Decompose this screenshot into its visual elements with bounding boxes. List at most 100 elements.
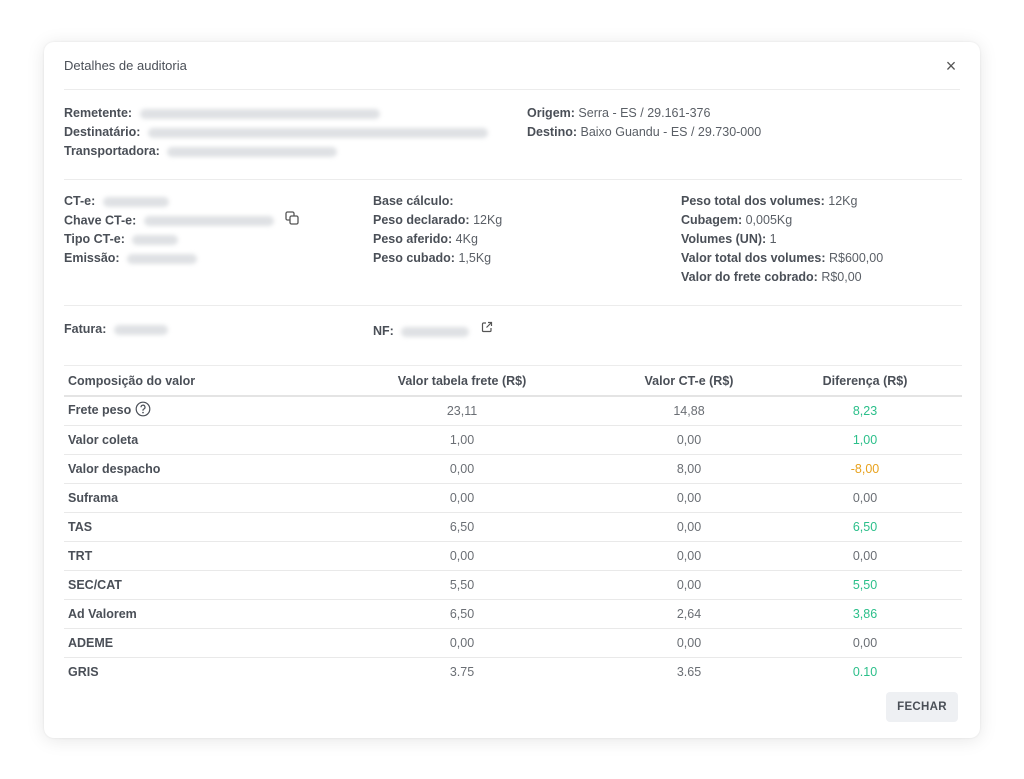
valor-total-value: R$600,00 bbox=[828, 251, 884, 265]
nf-column: NF: bbox=[373, 320, 493, 341]
volumes-row: Volumes (UN): 1 bbox=[681, 230, 883, 249]
row-name-label: Suframa bbox=[68, 490, 119, 505]
nf-row: NF: bbox=[373, 320, 493, 341]
cte-value-redacted bbox=[102, 196, 169, 207]
peso-declarado-label: Peso declarado: bbox=[373, 213, 470, 227]
close-icon[interactable]: × bbox=[942, 57, 960, 75]
destinatario-value-redacted bbox=[147, 127, 488, 138]
peso-declarado-row: Peso declarado: 12Kg bbox=[373, 211, 502, 230]
row-valor-tabela: 0,00 bbox=[314, 628, 610, 658]
cubagem-row: Cubagem: 0,005Kg bbox=[681, 211, 883, 230]
table-header-row: Composição do valor Valor tabela frete (… bbox=[64, 366, 962, 397]
destino-row: Destino: Baixo Guandu - ES / 29.730-000 bbox=[527, 123, 761, 142]
valor-frete-row: Valor do frete cobrado: R$0,00 bbox=[681, 268, 883, 287]
cte-section: CT-e: Chave CT-e: Tipo CT-e: Emissão: Ba… bbox=[64, 192, 962, 306]
transportadora-label: Transportadora: bbox=[64, 144, 160, 158]
cte-label: CT-e: bbox=[64, 194, 96, 208]
parties-left-column: Remetente: Destinatário: Transportadora: bbox=[64, 104, 488, 161]
row-name: Ad Valorem bbox=[64, 599, 314, 629]
row-name: Suframa bbox=[64, 483, 314, 513]
tipo-cte-label: Tipo CT-e: bbox=[64, 232, 125, 246]
table-row: Frete peso 23,11 14,88 8,23 bbox=[64, 396, 962, 426]
volumes-value: 1 bbox=[769, 232, 777, 246]
row-valor-tabela: 1,00 bbox=[314, 425, 610, 455]
fatura-value-redacted bbox=[113, 324, 168, 335]
chave-cte-value-redacted bbox=[143, 216, 274, 226]
peso-aferido-value: 4Kg bbox=[455, 232, 478, 246]
external-link-icon[interactable] bbox=[481, 320, 493, 339]
table-row: TAS 6,50 0,00 6,50 bbox=[64, 512, 962, 542]
row-diferenca: 8,23 bbox=[768, 396, 962, 426]
value-composition-table: Composição do valor Valor tabela frete (… bbox=[64, 366, 962, 676]
invoice-section: Fatura: NF: bbox=[64, 314, 962, 366]
remetente-value-redacted bbox=[139, 108, 380, 119]
row-valor-cte: 0,00 bbox=[610, 483, 768, 513]
row-valor-cte: 0,00 bbox=[610, 570, 768, 600]
copy-icon[interactable] bbox=[285, 211, 299, 231]
row-valor-tabela: 6,50 bbox=[314, 599, 610, 629]
close-button[interactable]: FECHAR bbox=[886, 692, 958, 722]
row-name-label: Valor coleta bbox=[68, 432, 139, 447]
table-row: Valor despacho 0,00 8,00 -8,00 bbox=[64, 454, 962, 484]
fatura-row: Fatura: bbox=[64, 320, 168, 339]
peso-total-value: 12Kg bbox=[828, 194, 858, 208]
fatura-label: Fatura: bbox=[64, 322, 107, 336]
cubagem-value: 0,005Kg bbox=[745, 213, 793, 227]
row-valor-cte: 3,65 bbox=[610, 657, 768, 676]
transportadora-row: Transportadora: bbox=[64, 142, 488, 161]
table-row: SEC/CAT 5,50 0,00 5,50 bbox=[64, 570, 962, 600]
emissao-value-redacted bbox=[127, 253, 198, 264]
row-valor-tabela: 0,00 bbox=[314, 483, 610, 513]
row-valor-tabela: 23,11 bbox=[314, 396, 610, 426]
header-valor-tabela: Valor tabela frete (R$) bbox=[314, 366, 610, 397]
tipo-cte-value-redacted bbox=[132, 234, 179, 245]
row-name: Frete peso bbox=[64, 396, 314, 426]
peso-total-row: Peso total dos volumes: 12Kg bbox=[681, 192, 883, 211]
row-diferenca: 0,10 bbox=[768, 657, 962, 676]
destino-label: Destino: bbox=[527, 125, 577, 139]
destinatario-row: Destinatário: bbox=[64, 123, 488, 142]
row-valor-cte: 2,64 bbox=[610, 599, 768, 629]
row-name: TAS bbox=[64, 512, 314, 542]
volumes-label: Volumes (UN): bbox=[681, 232, 767, 246]
row-name-label: Ad Valorem bbox=[68, 606, 137, 621]
modal-header: Detalhes de auditoria × bbox=[64, 42, 960, 90]
row-diferenca: 0,00 bbox=[768, 541, 962, 571]
base-calculo-row: Base cálculo: bbox=[373, 192, 502, 211]
row-diferenca: 0,00 bbox=[768, 628, 962, 658]
row-valor-tabela: 6,50 bbox=[314, 512, 610, 542]
remetente-label: Remetente: bbox=[64, 106, 133, 120]
header-diferenca: Diferença (R$) bbox=[768, 366, 962, 397]
origem-label: Origem: bbox=[527, 106, 575, 120]
transportadora-value-redacted bbox=[167, 146, 338, 157]
parties-section: Remetente: Destinatário: Transportadora:… bbox=[64, 104, 962, 180]
valor-total-row: Valor total dos volumes: R$600,00 bbox=[681, 249, 883, 268]
peso-cubado-row: Peso cubado: 1,5Kg bbox=[373, 249, 502, 268]
row-name: SEC/CAT bbox=[64, 570, 314, 600]
row-diferenca: 6,50 bbox=[768, 512, 962, 542]
fatura-column: Fatura: bbox=[64, 320, 168, 339]
row-name-label: GRIS bbox=[68, 664, 99, 677]
peso-cubado-label: Peso cubado: bbox=[373, 251, 455, 265]
value-composition-table-wrapper[interactable]: Composição do valor Valor tabela frete (… bbox=[64, 366, 962, 676]
row-diferenca: 0,00 bbox=[768, 483, 962, 513]
destino-value: Baixo Guandu - ES / 29.730-000 bbox=[580, 125, 762, 139]
row-valor-tabela: 3,75 bbox=[314, 657, 610, 676]
table-row: Suframa 0,00 0,00 0,00 bbox=[64, 483, 962, 513]
table-row: TRT 0,00 0,00 0,00 bbox=[64, 541, 962, 571]
base-calculo-label: Base cálculo: bbox=[373, 194, 454, 208]
valor-frete-value: R$0,00 bbox=[821, 270, 862, 284]
valor-total-label: Valor total dos volumes: bbox=[681, 251, 826, 265]
row-valor-cte: 0,00 bbox=[610, 512, 768, 542]
row-name: ADEME bbox=[64, 628, 314, 658]
row-diferenca: 5,50 bbox=[768, 570, 962, 600]
row-name: Valor despacho bbox=[64, 454, 314, 484]
peso-cubado-value: 1,5Kg bbox=[458, 251, 492, 265]
row-name-label: SEC/CAT bbox=[68, 577, 122, 592]
cubagem-label: Cubagem: bbox=[681, 213, 743, 227]
peso-aferido-row: Peso aferido: 4Kg bbox=[373, 230, 502, 249]
row-name: GRIS bbox=[64, 657, 314, 676]
volumes-column: Peso total dos volumes: 12Kg Cubagem: 0,… bbox=[681, 192, 883, 287]
cte-row: CT-e: bbox=[64, 192, 299, 211]
help-icon[interactable] bbox=[135, 401, 151, 420]
